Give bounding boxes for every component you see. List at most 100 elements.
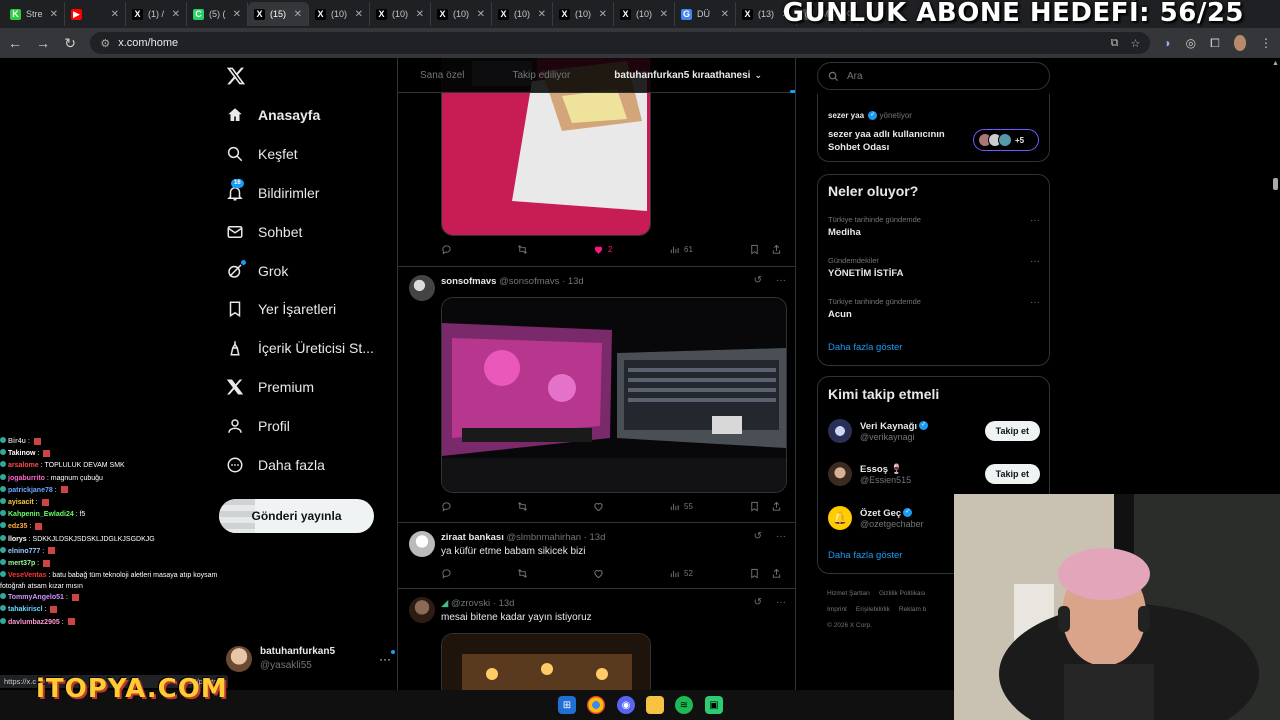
address-bar[interactable]: ⚙ x.com/home ⧉ ☆	[90, 32, 1151, 54]
more-dots-icon[interactable]: ···	[776, 597, 786, 608]
close-tab-icon[interactable]: ✕	[416, 9, 424, 20]
share-button[interactable]	[771, 244, 782, 255]
tweet-time[interactable]: · 13d	[584, 532, 606, 543]
close-tab-icon[interactable]: ✕	[538, 9, 546, 20]
sidebar-item[interactable]: Grok	[226, 251, 396, 290]
author-name[interactable]: sonsofmavs	[441, 276, 496, 287]
tweet[interactable]: sonsofmavs @sonsofmavs · 13d ↺ ··· 55	[398, 267, 795, 523]
extension-icon[interactable]: ◗	[1164, 36, 1171, 50]
browser-tab[interactable]: X (15) ✕	[248, 2, 309, 26]
avatar[interactable]	[409, 531, 435, 557]
grok-icon[interactable]: ↺	[754, 597, 762, 608]
views-button[interactable]: 55	[669, 501, 749, 512]
sidebar-item[interactable]: Yer İşaretleri	[226, 290, 396, 329]
reload-icon[interactable]: ↻	[64, 35, 76, 52]
sidebar-item[interactable]: Anasayfa	[226, 96, 396, 135]
close-tab-icon[interactable]: ✕	[660, 9, 668, 20]
search-box[interactable]: Ara	[817, 62, 1050, 90]
install-icon[interactable]: ⧉	[1111, 37, 1119, 50]
chat-username[interactable]: ayisacit	[8, 499, 34, 506]
account-switcher[interactable]: batuhanfurkan5 @yasakli55 ···	[226, 643, 395, 675]
member-avatars[interactable]: +5	[973, 129, 1039, 151]
bookmark-button[interactable]	[749, 501, 771, 512]
sidebar-item[interactable]: Profil	[226, 406, 396, 445]
tab-following[interactable]: Takip ediliyor	[464, 58, 570, 93]
close-tab-icon[interactable]: ✕	[111, 9, 119, 20]
scroll-up-icon[interactable]: ▲	[1272, 60, 1279, 67]
browser-menu-icon[interactable]: ⋮	[1260, 36, 1272, 50]
grok-icon[interactable]: ↺	[754, 275, 762, 286]
like-button[interactable]: 2	[593, 244, 669, 255]
close-tab-icon[interactable]: ✕	[50, 9, 58, 20]
bookmark-star-icon[interactable]: ☆	[1130, 37, 1140, 50]
more-dots-icon[interactable]: ···	[776, 531, 786, 542]
sidebar-item[interactable]: İçerik Üreticisi St...	[226, 329, 396, 368]
back-icon[interactable]: ←	[8, 35, 22, 51]
follow-suggestion[interactable]: Essoş 🍷 @Essien515 Takip et	[828, 458, 1040, 490]
avatar[interactable]	[409, 597, 435, 623]
folder-icon[interactable]	[646, 696, 664, 714]
follow-button[interactable]: Takip et	[984, 421, 1040, 441]
post-button[interactable]: Gönderi yayınla	[219, 499, 374, 533]
more-dots-icon[interactable]: ···	[1030, 215, 1040, 226]
reply-button[interactable]	[441, 568, 517, 579]
footer-link[interactable]: Reklam b	[899, 606, 926, 613]
sidebar-item[interactable]: Sohbet	[226, 212, 396, 251]
author-handle[interactable]: @zrovski	[451, 598, 490, 609]
spotify-icon[interactable]: ≋	[675, 696, 693, 714]
x-logo-icon[interactable]	[226, 66, 246, 86]
footer-link[interactable]: Imprint	[827, 606, 847, 613]
views-button[interactable]: 52	[669, 568, 749, 579]
author-handle[interactable]: @slmbnmahirhan	[506, 532, 581, 543]
scrollbar-thumb[interactable]	[1273, 178, 1278, 190]
show-more-link[interactable]: Daha fazla göster	[828, 342, 902, 353]
bookmark-button[interactable]	[749, 568, 771, 579]
sidebar-item[interactable]: Keşfet	[226, 135, 396, 174]
like-button[interactable]	[593, 568, 669, 579]
browser-tab[interactable]: ▶ ✕	[65, 2, 126, 26]
trend-item[interactable]: Türkiye tarihinde gündemde Mediha ···	[828, 215, 1040, 238]
browser-tab[interactable]: K Stre ✕	[4, 2, 65, 26]
tweet-time[interactable]: · 13d	[493, 598, 515, 609]
community-title[interactable]: sezer yaa adlı kullanıcının Sohbet Odası	[828, 128, 958, 154]
manager-name[interactable]: sezer yaa	[828, 111, 864, 120]
app-icon[interactable]: ▣	[705, 696, 723, 714]
page-scrollbar[interactable]: ▲	[1270, 58, 1280, 494]
start-icon[interactable]: ⊞	[558, 696, 576, 714]
views-button[interactable]: 61	[669, 244, 749, 255]
more-dots-icon[interactable]: ···	[776, 275, 786, 286]
share-button[interactable]	[771, 568, 782, 579]
chat-username[interactable]: patrickjane78	[8, 487, 53, 494]
browser-tab[interactable]: X (10) ✕	[614, 2, 675, 26]
browser-tab[interactable]: X (10) ✕	[431, 2, 492, 26]
close-tab-icon[interactable]: ✕	[477, 9, 485, 20]
close-tab-icon[interactable]: ✕	[599, 9, 607, 20]
sidebar-item[interactable]: Premium	[226, 368, 396, 407]
chat-username[interactable]: elnino777	[8, 548, 40, 555]
browser-tab[interactable]: C (5) (✕	[187, 2, 248, 26]
forward-icon[interactable]: →	[36, 35, 50, 51]
browser-tab[interactable]: X (1) / ✕	[126, 2, 187, 26]
chat-username[interactable]: davlumbaz2905	[8, 619, 60, 626]
trend-item[interactable]: Türkiye tarihinde gündemde Acun ···	[828, 297, 1040, 320]
chat-username[interactable]: arsalome	[8, 462, 39, 469]
close-tab-icon[interactable]: ✕	[355, 9, 363, 20]
chat-username[interactable]: Takinow	[8, 450, 35, 457]
author-handle[interactable]: @sonsofmavs	[499, 276, 559, 287]
browser-tab[interactable]: X (10) ✕	[553, 2, 614, 26]
chat-username[interactable]: tahakiriscl	[8, 606, 43, 613]
reply-button[interactable]	[441, 244, 517, 255]
chat-username[interactable]: VeseVentas	[8, 572, 47, 579]
chat-username[interactable]: jogaburrito	[8, 475, 45, 482]
tweet-time[interactable]: · 13d	[562, 276, 584, 287]
like-button[interactable]	[593, 501, 669, 512]
bookmark-button[interactable]	[749, 244, 771, 255]
chat-username[interactable]: TommyAngelo51	[8, 594, 64, 601]
tab-for-you[interactable]: Sana özel	[398, 58, 464, 93]
author-name[interactable]: ziraat bankası	[441, 532, 504, 543]
footer-link[interactable]: Erişilebilirlik	[856, 606, 890, 613]
close-tab-icon[interactable]: ✕	[233, 9, 241, 20]
grok-icon[interactable]: ↺	[754, 531, 762, 542]
chat-username[interactable]: Kahpenin_Ewladi24	[8, 511, 74, 518]
chat-username[interactable]: edz35	[8, 523, 27, 530]
